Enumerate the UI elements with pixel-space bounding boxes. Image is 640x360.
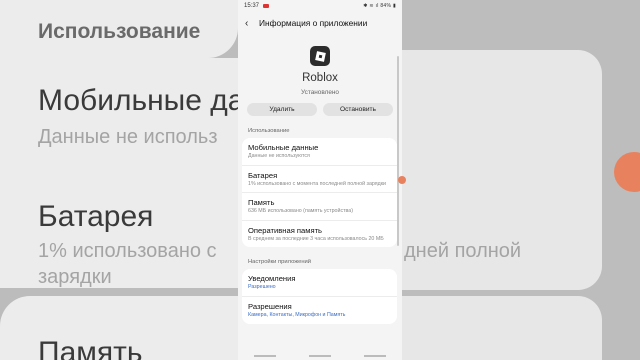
back-icon[interactable]: ‹ — [245, 18, 259, 29]
row-title: Разрешения — [248, 301, 292, 311]
app-bar: ‹ Информация о приложении — [238, 12, 402, 34]
uninstall-button[interactable]: Удалить — [247, 103, 317, 116]
row-subtitle: Разрешено — [248, 284, 276, 291]
settings-section-label: Настройки приложений — [248, 259, 312, 266]
status-time: 15:37 — [244, 3, 260, 9]
action-buttons: Удалить Остановить — [238, 103, 402, 116]
usage-item-memory[interactable]: Оперативная память В среднем за последни… — [242, 221, 397, 248]
page-title: Информация о приложении — [259, 18, 368, 28]
row-subtitle: 1% использовано с момента последней полн… — [248, 180, 387, 187]
bg-line: Память — [38, 336, 143, 360]
bg-right-card-bottom — [402, 296, 602, 360]
app-name: Roblox — [302, 72, 338, 84]
bg-heading: Использование — [38, 20, 201, 43]
settings-item-permissions[interactable]: Разрешения Камера, Контакты, Микрофон и … — [242, 297, 397, 324]
nav-bar — [238, 352, 402, 360]
row-title: Память — [248, 198, 275, 208]
roblox-logo-icon — [310, 46, 330, 66]
settings-card: Уведомления Разрешено Разрешения Камера,… — [242, 269, 397, 324]
record-icon — [263, 4, 270, 8]
bg-right: дней полной — [402, 0, 640, 360]
phone-screen: 15:37 ✱ ≋ ıl 84% ▮ ‹ Информация о прилож… — [238, 0, 402, 360]
status-bar: 15:37 ✱ ≋ ıl 84% ▮ — [238, 0, 402, 12]
bg-line: Мобильные да — [38, 84, 245, 117]
row-subtitle: В среднем за последние 3 часа использова… — [248, 235, 384, 242]
row-title: Батарея — [248, 170, 278, 180]
usage-section-label: Использование — [248, 128, 290, 134]
row-title: Мобильные данные — [248, 143, 319, 152]
row-subtitle: Данные не используются — [248, 153, 310, 159]
row-title: Уведомления — [248, 274, 296, 284]
row-subtitle: Камера, Контакты, Микрофон и Память — [248, 311, 346, 318]
row-title: Оперативная память — [248, 225, 323, 235]
usage-item-mobile-data[interactable]: Мобильные данные Данные не используются — [242, 138, 397, 166]
settings-item-notifications[interactable]: Уведомления Разрешено — [242, 269, 397, 297]
app-install-status: Установлено — [301, 89, 339, 96]
force-stop-button[interactable]: Остановить — [323, 103, 393, 116]
scrollbar[interactable] — [397, 56, 399, 246]
bg-line: Батарея — [38, 200, 154, 233]
row-subtitle: 636 МБ использовано (память устройства) — [248, 208, 353, 215]
bg-line: зарядки — [38, 266, 112, 288]
bg-right-line: дней полной — [404, 240, 522, 262]
edge-accent-dot — [398, 176, 406, 184]
bg-line: 1% использовано с — [38, 240, 217, 262]
usage-item-storage[interactable]: Память 636 МБ использовано (память устро… — [242, 193, 397, 221]
bg-line: Данные не использ — [38, 126, 218, 148]
usage-card: Мобильные данные Данные не используются … — [242, 138, 397, 248]
status-icons: ✱ ≋ ıl 84% ▮ — [363, 3, 396, 9]
usage-item-battery[interactable]: Батарея 1% использовано с момента послед… — [242, 166, 397, 194]
